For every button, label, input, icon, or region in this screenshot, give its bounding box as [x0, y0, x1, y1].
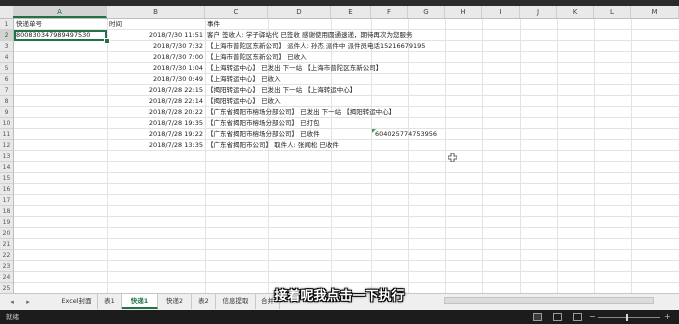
- column-header-h[interactable]: H: [445, 6, 482, 18]
- cell-time[interactable]: 2018/7/30 1:04: [153, 63, 203, 74]
- cell-time[interactable]: 2018/7/30 0:49: [153, 74, 203, 85]
- cell-time[interactable]: 2018/7/28 20:22: [149, 107, 203, 118]
- gridline: [594, 19, 595, 293]
- row-header[interactable]: 10: [0, 118, 13, 129]
- cell-cursor-icon: [448, 153, 457, 162]
- cell-event[interactable]: 客户 签收人: 学子驿站代 已签收 感谢使用圆通速递，期待再次为您服务: [207, 30, 412, 41]
- cell-time[interactable]: 2018/7/28 19:22: [149, 129, 203, 140]
- gridline: [205, 19, 206, 293]
- video-subtitle: 接着呢我点击一下执行: [274, 289, 405, 304]
- header-tracking-number[interactable]: 快递单号: [16, 19, 42, 30]
- cell-time[interactable]: 2018/7/30 7:00: [153, 52, 203, 63]
- cell-extra-value[interactable]: 604025774753956: [375, 129, 437, 140]
- gridline: [631, 19, 632, 293]
- zoom-slider[interactable]: [598, 317, 660, 318]
- column-header-k[interactable]: K: [557, 6, 594, 18]
- gridline: [520, 19, 521, 293]
- cell-grid[interactable]: [14, 19, 679, 293]
- row-header[interactable]: 22: [0, 250, 13, 261]
- cell-event[interactable]: 【广东省揭阳市公司】 取件人: 张闻松 已收件: [207, 140, 339, 151]
- cell-event[interactable]: 【上海转运中心】 已收入: [207, 74, 281, 85]
- row-header[interactable]: 12: [0, 140, 13, 151]
- header-time[interactable]: 时间: [109, 19, 122, 30]
- status-bar: 就绪 − +: [0, 310, 679, 324]
- cell-time[interactable]: 2018/7/28 22:15: [149, 85, 203, 96]
- zoom-in-icon[interactable]: +: [664, 310, 671, 324]
- normal-view-icon[interactable]: [533, 313, 542, 321]
- fill-handle[interactable]: [104, 38, 110, 44]
- zoom-out-icon[interactable]: −: [589, 310, 596, 324]
- page-layout-icon[interactable]: [553, 313, 562, 321]
- row-header[interactable]: 13: [0, 151, 13, 162]
- gridline: [482, 19, 483, 293]
- row-header[interactable]: 20: [0, 228, 13, 239]
- row-header[interactable]: 21: [0, 239, 13, 250]
- column-header-f[interactable]: F: [371, 6, 408, 18]
- row-header[interactable]: 8: [0, 96, 13, 107]
- row-header[interactable]: 3: [0, 41, 13, 52]
- row-header[interactable]: 9: [0, 107, 13, 118]
- gridline: [331, 19, 332, 293]
- row-header[interactable]: 7: [0, 85, 13, 96]
- column-header-row: A B C D E F G H I J K L M: [0, 6, 679, 19]
- cell-event[interactable]: 【广东省揭阳市榕场分部公司】 已打包: [207, 118, 320, 129]
- row-header[interactable]: 5: [0, 63, 13, 74]
- column-header-a[interactable]: A: [13, 6, 107, 18]
- active-cell-outline: [14, 30, 107, 41]
- cell-time[interactable]: 2018/7/30 11:51: [149, 30, 203, 41]
- gridline: [557, 19, 558, 293]
- cell-event[interactable]: 【上海市普陀区东新公司】 已收入: [207, 52, 307, 63]
- gridline: [408, 19, 409, 293]
- row-header[interactable]: 17: [0, 195, 13, 206]
- gridline: [371, 19, 372, 293]
- column-header-l[interactable]: L: [594, 6, 631, 18]
- column-header-j[interactable]: J: [520, 6, 557, 18]
- row-header[interactable]: 14: [0, 162, 13, 173]
- status-text: 就绪: [6, 313, 19, 321]
- cell-time[interactable]: 2018/7/30 7:32: [153, 41, 203, 52]
- zoom-slider-thumb[interactable]: [626, 314, 628, 321]
- row-header[interactable]: 18: [0, 206, 13, 217]
- gridline: [445, 19, 446, 293]
- row-header-column: 1 2 3 4 5 6 7 8 9 10 11 12 13 14 15 16 1…: [0, 19, 14, 294]
- page-break-icon[interactable]: [573, 313, 582, 321]
- cell-time[interactable]: 2018/7/28 19:35: [149, 118, 203, 129]
- row-header[interactable]: 19: [0, 217, 13, 228]
- row-header[interactable]: 2: [0, 30, 13, 41]
- cell-event[interactable]: 【上海转运中心】 已发出 下一站 【上海市普陀区东新公司】: [207, 63, 382, 74]
- column-header-d[interactable]: D: [268, 6, 331, 18]
- gridline: [107, 19, 108, 293]
- row-header[interactable]: 1: [0, 19, 13, 30]
- row-header[interactable]: 4: [0, 52, 13, 63]
- column-header-i[interactable]: I: [482, 6, 520, 18]
- column-header-g[interactable]: G: [408, 6, 445, 18]
- row-header[interactable]: 24: [0, 272, 13, 283]
- row-header[interactable]: 6: [0, 74, 13, 85]
- header-event[interactable]: 事件: [207, 19, 220, 30]
- column-header-b[interactable]: B: [107, 6, 205, 18]
- cell-event[interactable]: 【揭阳转运中心】 已收入: [207, 96, 281, 107]
- column-header-e[interactable]: E: [331, 6, 371, 18]
- cell-time[interactable]: 2018/7/28 13:35: [149, 140, 203, 151]
- cell-time[interactable]: 2018/7/28 22:14: [149, 96, 203, 107]
- row-header[interactable]: 23: [0, 261, 13, 272]
- row-header[interactable]: 11: [0, 129, 13, 140]
- excel-window: { "columns": ["A","B","C","D","E","F","G…: [0, 0, 679, 324]
- cell-event[interactable]: 【广东省揭阳市榕场分部公司】 已发出 下一站 【揭阳转运中心】: [207, 107, 395, 118]
- row-header[interactable]: 15: [0, 173, 13, 184]
- column-header-c[interactable]: C: [205, 6, 268, 18]
- column-header-m[interactable]: M: [631, 6, 679, 18]
- cell-event[interactable]: 【上海市普陀区东新公司】 派件人: 孙杰 派件中 派件员电话1521667919…: [207, 41, 425, 52]
- cell-event[interactable]: 【广东省揭阳市榕场分部公司】 已收件: [207, 129, 320, 140]
- row-header[interactable]: 16: [0, 184, 13, 195]
- cell-event[interactable]: 【揭阳转运中心】 已发出 下一站 【上海转运中心】: [207, 85, 356, 96]
